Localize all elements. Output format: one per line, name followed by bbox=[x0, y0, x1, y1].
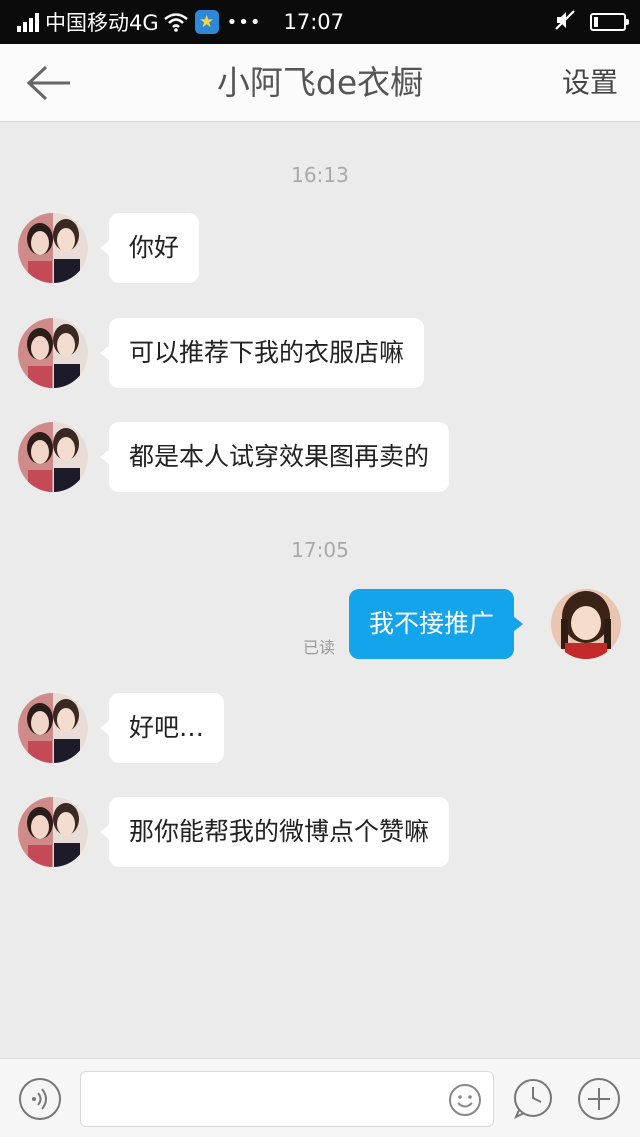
star-icon: ★ bbox=[194, 10, 219, 34]
input-bar bbox=[0, 1058, 640, 1137]
contact-avatar[interactable] bbox=[18, 797, 88, 867]
voice-icon[interactable] bbox=[18, 1077, 62, 1121]
incoming-message[interactable]: 好吧… bbox=[99, 693, 225, 763]
timestamp: 17:05 bbox=[291, 538, 349, 562]
mute-icon bbox=[554, 9, 576, 36]
contact-avatar[interactable] bbox=[18, 213, 88, 283]
chat-area: 16:13 你好 可以推荐下我的衣服店嘛 都是本人试穿效果图再卖的 17:05 … bbox=[0, 123, 640, 1058]
my-avatar[interactable] bbox=[551, 589, 621, 659]
incoming-message[interactable]: 你好 bbox=[99, 213, 200, 283]
nav-bar: 小阿飞de衣橱 设置 bbox=[0, 44, 640, 122]
incoming-message[interactable]: 那你能帮我的微博点个赞嘛 bbox=[99, 797, 450, 867]
outgoing-message[interactable]: 我不接推广 bbox=[349, 589, 524, 659]
incoming-message[interactable]: 可以推荐下我的衣服店嘛 bbox=[99, 318, 425, 388]
battery-fill bbox=[594, 17, 598, 27]
clock-icon[interactable] bbox=[511, 1077, 555, 1121]
timestamp: 16:13 bbox=[291, 163, 349, 187]
plus-icon[interactable] bbox=[577, 1077, 621, 1121]
status-time: 17:07 bbox=[283, 10, 345, 34]
settings-button[interactable]: 设置 bbox=[562, 44, 618, 122]
back-arrow-icon[interactable] bbox=[26, 64, 72, 102]
carrier-label: 中国移动4G bbox=[45, 11, 159, 35]
emoji-icon[interactable] bbox=[448, 1083, 482, 1117]
signal-icon bbox=[17, 12, 39, 32]
contact-avatar[interactable] bbox=[18, 693, 88, 763]
wifi-icon bbox=[163, 12, 189, 32]
contact-avatar[interactable] bbox=[18, 422, 88, 492]
page-title: 小阿飞de衣橱 bbox=[216, 63, 424, 102]
battery-icon bbox=[590, 13, 629, 31]
incoming-message[interactable]: 都是本人试穿效果图再卖的 bbox=[99, 422, 450, 492]
message-input[interactable] bbox=[80, 1071, 494, 1127]
contact-avatar[interactable] bbox=[18, 318, 88, 388]
more-dots: ••• bbox=[226, 11, 262, 33]
status-bar: 中国移动4G ★ ••• 17:07 bbox=[0, 0, 640, 44]
read-status: 已读 bbox=[303, 638, 336, 657]
